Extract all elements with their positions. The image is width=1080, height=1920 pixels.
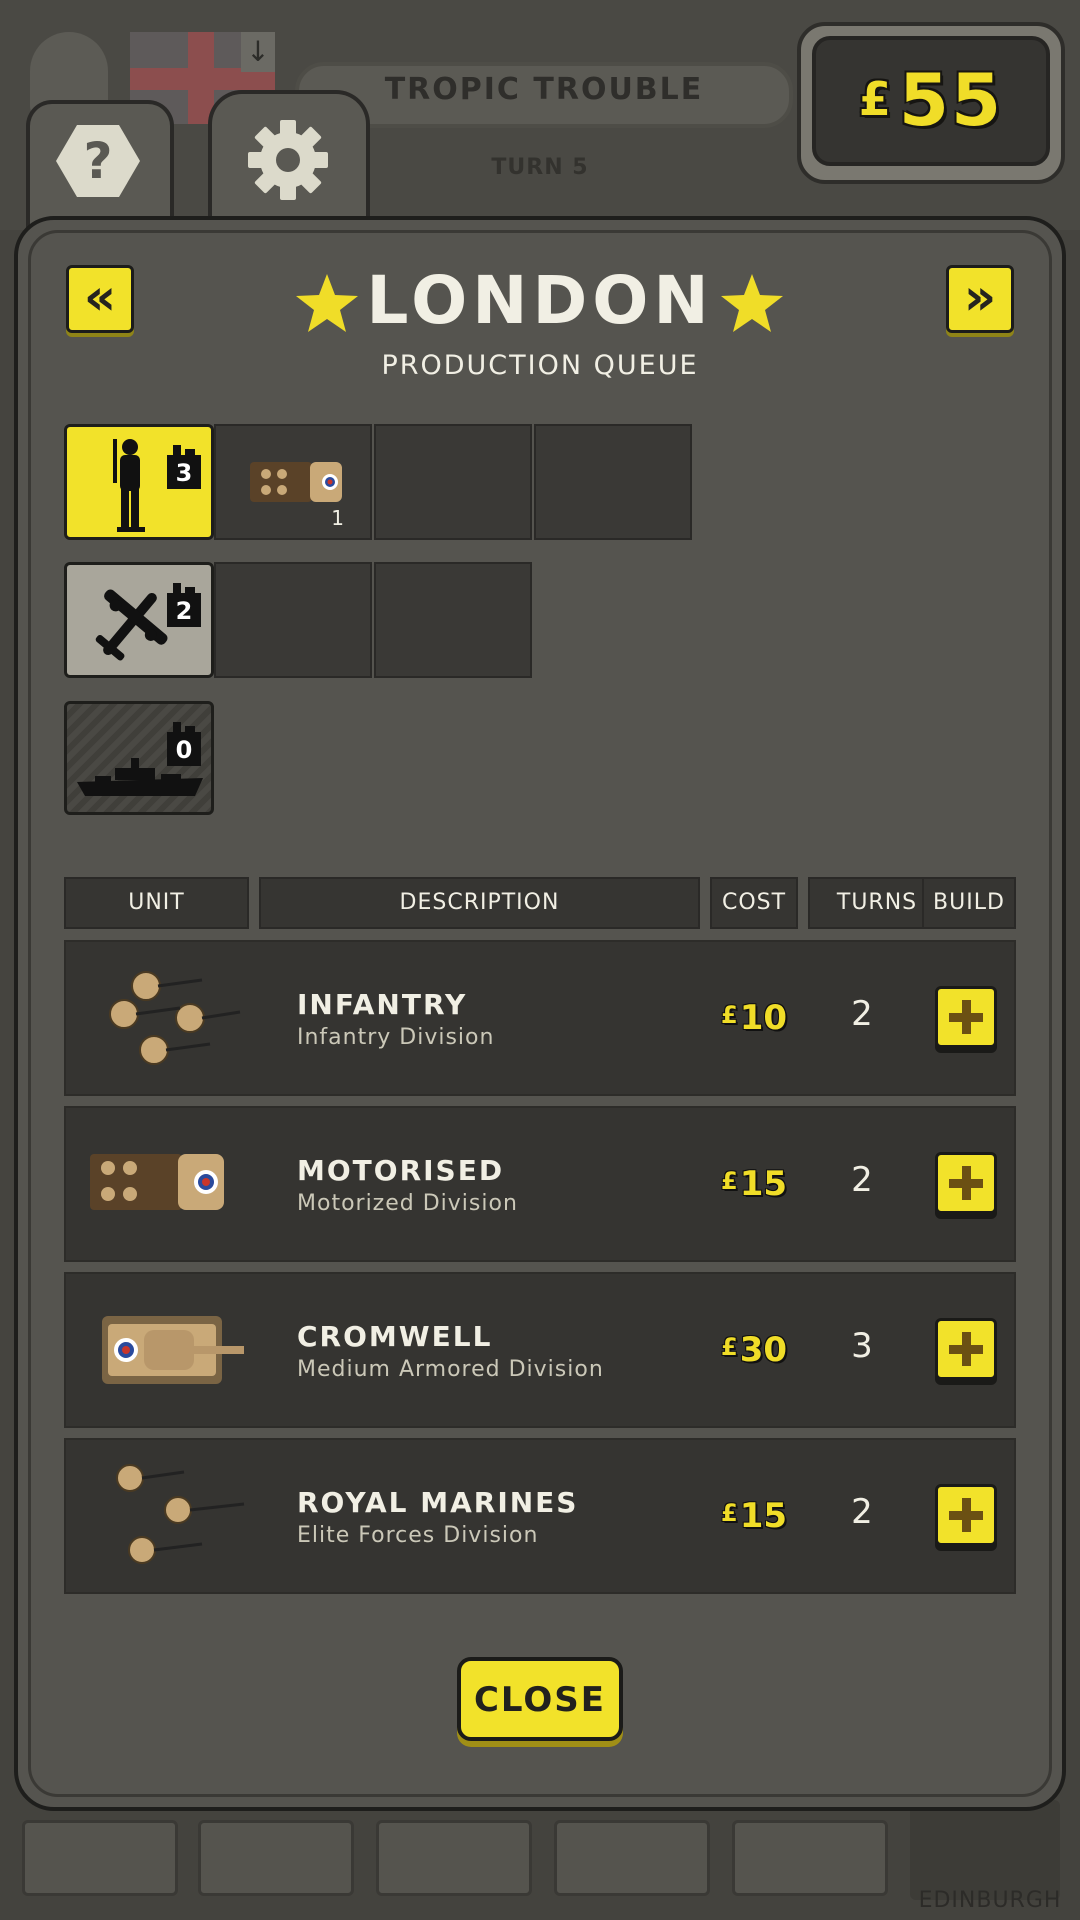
next-city-button[interactable]: »	[946, 265, 1014, 333]
pound-symbol: £	[858, 72, 893, 126]
truck-icon	[250, 462, 342, 502]
tank-icon	[102, 1316, 244, 1384]
queue-slot-empty[interactable]	[374, 562, 532, 678]
unit-turns: 2	[851, 1492, 873, 1532]
header-unit: UNIT	[64, 877, 249, 929]
unit-name: MOTORISED	[297, 1154, 505, 1187]
unit-description: Elite Forces Division	[297, 1523, 539, 1548]
bottom-slot	[22, 1820, 178, 1896]
build-cromwell-button[interactable]	[935, 1318, 997, 1380]
unit-description: Infantry Division	[297, 1025, 495, 1050]
unit-cost-value: 30	[739, 1330, 788, 1370]
pound-symbol: £	[720, 1001, 738, 1029]
turn-label: TURN 5	[491, 155, 589, 180]
queue-slot-filled[interactable]: 1	[214, 424, 372, 540]
header-build: BUILD	[922, 877, 1016, 929]
land-factory-card[interactable]: 3	[64, 424, 214, 540]
marines-squad-icon	[116, 1464, 245, 1564]
unit-cost-value: 15	[739, 1164, 788, 1204]
unit-description: Motorized Division	[297, 1191, 518, 1216]
unit-name: INFANTRY	[297, 988, 468, 1021]
unit-cost-value: 15	[739, 1496, 788, 1536]
header-description: DESCRIPTION	[259, 877, 700, 929]
queue-slot-empty[interactable]	[214, 562, 372, 678]
unit-name: CROMWELL	[297, 1320, 493, 1353]
truck-icon	[90, 1154, 224, 1210]
unit-turns: 2	[851, 994, 873, 1034]
unit-cost: £10	[699, 998, 809, 1038]
bottom-slot	[554, 1820, 710, 1896]
prev-city-button[interactable]: «	[66, 265, 134, 333]
infantry-squad-icon	[109, 971, 241, 1065]
pound-symbol: £	[720, 1499, 738, 1527]
air-factory-card[interactable]: 2	[64, 562, 214, 678]
plane-icon	[95, 589, 168, 661]
factory-count: 3	[167, 445, 201, 489]
pound-symbol: £	[720, 1167, 738, 1195]
money-value: 55	[898, 58, 1004, 142]
queue-slot-empty[interactable]	[534, 424, 692, 540]
unit-description: Medium Armored Division	[297, 1357, 604, 1382]
build-motorised-button[interactable]	[935, 1152, 997, 1214]
unit-turns: 2	[851, 1160, 873, 1200]
bottom-slot	[376, 1820, 532, 1896]
city-title: LONDON	[366, 262, 714, 339]
city-minimap[interactable]	[910, 1800, 1060, 1900]
city-label: EDINBURGH	[918, 1888, 1062, 1913]
unit-turns: 3	[851, 1326, 873, 1366]
unit-cost: £15	[699, 1164, 809, 1204]
soldier-icon	[113, 439, 145, 532]
pound-symbol: £	[720, 1333, 738, 1361]
close-button[interactable]: CLOSE	[457, 1657, 623, 1741]
unit-cost: £30	[699, 1330, 809, 1370]
unit-cost-value: 10	[739, 998, 788, 1038]
queue-subtitle: PRODUCTION QUEUE	[381, 350, 699, 381]
queue-slot-empty[interactable]	[374, 424, 532, 540]
bottom-slot	[732, 1820, 888, 1896]
unit-name: ROYAL MARINES	[297, 1486, 579, 1519]
factory-count: 2	[167, 583, 201, 627]
gear-icon	[248, 120, 328, 200]
queue-item-count: 1	[331, 506, 344, 530]
mission-title: TROPIC TROUBLE	[384, 72, 704, 107]
unit-cost: £15	[699, 1496, 809, 1536]
arrow-down-icon: ↓	[241, 32, 275, 72]
sea-factory-card[interactable]: 0	[64, 701, 214, 815]
money-display: £55	[812, 58, 1050, 142]
bottom-slot	[198, 1820, 354, 1896]
factory-count: 0	[167, 722, 201, 766]
build-royal-marines-button[interactable]	[935, 1484, 997, 1546]
header-cost: COST	[710, 877, 798, 929]
build-infantry-button[interactable]	[935, 986, 997, 1048]
